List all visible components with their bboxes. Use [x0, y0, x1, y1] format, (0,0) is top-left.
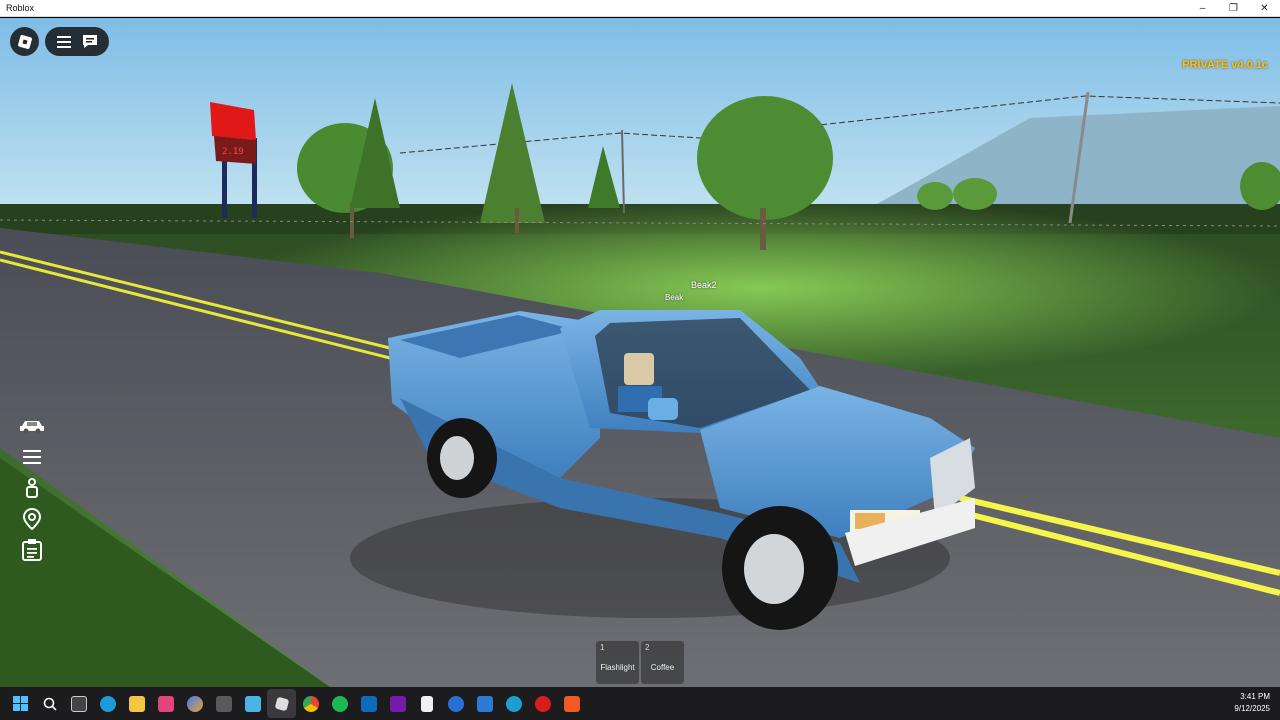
truck-hubcap-front [744, 534, 804, 604]
window-titlebar: Roblox – ❐ ✕ [0, 0, 1280, 17]
search-icon[interactable] [35, 689, 64, 718]
tree [953, 178, 997, 210]
snipping-tool-icon[interactable] [151, 689, 180, 718]
tree-trunk [350, 203, 354, 238]
edge-icon[interactable] [93, 689, 122, 718]
slot-number: 2 [645, 643, 650, 652]
roblox-menu-pill [45, 27, 109, 56]
hotbar-slot-coffee[interactable]: 2 Coffee [641, 641, 684, 684]
app-teal-icon[interactable] [499, 689, 528, 718]
task-view-icon[interactable] [64, 689, 93, 718]
player-nametag: Beak [665, 293, 684, 302]
minimize-button[interactable]: – [1187, 0, 1218, 17]
windows-taskbar: 3:41 PM 9/12/2025 [0, 687, 1280, 720]
truck-mirror [648, 398, 678, 420]
truck-hubcap-rear [440, 436, 474, 480]
game-scene: 2.19 [0, 18, 1280, 687]
clock-date: 9/12/2025 [1234, 704, 1270, 713]
brave-icon[interactable] [557, 689, 586, 718]
slot-label: Flashlight [600, 663, 635, 672]
onenote-icon[interactable] [383, 689, 412, 718]
clipboard-icon[interactable] [17, 534, 47, 565]
spotify-icon[interactable] [325, 689, 354, 718]
window-controls: – ❐ ✕ [1187, 0, 1280, 17]
roblox-icon[interactable] [267, 689, 296, 718]
file-icon[interactable] [412, 689, 441, 718]
menu-icon[interactable] [53, 31, 75, 53]
version-label: PRIVATE v4.0.1c [1182, 59, 1268, 71]
game-viewport[interactable]: 2.19 PRIVATE v4.0.1c Beak2 Beak [0, 18, 1280, 687]
sign-price: 2.19 [222, 147, 244, 157]
windows-start-icon[interactable] [6, 689, 35, 718]
notepad-icon[interactable] [238, 689, 267, 718]
slot-label: Coffee [650, 663, 675, 672]
chat-icon[interactable] [79, 31, 101, 53]
driver-head [624, 353, 654, 385]
clock-time: 3:41 PM [1240, 692, 1270, 701]
tree-trunk [515, 208, 519, 233]
chrome-icon[interactable] [296, 689, 325, 718]
tree-trunk [760, 208, 766, 250]
car-icon[interactable] [17, 410, 47, 441]
file-explorer-icon[interactable] [122, 689, 151, 718]
slot-number: 1 [600, 643, 605, 652]
player-nametag: Beak2 [691, 280, 717, 290]
app-blue-icon[interactable] [441, 689, 470, 718]
tree [917, 182, 953, 210]
hotbar-slot-flashlight[interactable]: 1 Flashlight [596, 641, 639, 684]
taskbar-clock[interactable]: 3:41 PM 9/12/2025 [1234, 691, 1270, 715]
map-pin-icon[interactable] [17, 503, 47, 534]
window-title: Roblox [6, 3, 35, 13]
opera-icon[interactable] [528, 689, 557, 718]
copilot-icon[interactable] [180, 689, 209, 718]
list-icon[interactable] [17, 441, 47, 472]
calculator-icon[interactable] [209, 689, 238, 718]
download-icon[interactable] [470, 689, 499, 718]
tree [697, 96, 833, 220]
outlook-icon[interactable] [354, 689, 383, 718]
person-icon[interactable] [17, 472, 47, 503]
roblox-logo-icon[interactable] [10, 27, 39, 56]
hotbar: 1 Flashlight 2 Coffee [596, 641, 684, 684]
close-button[interactable]: ✕ [1249, 0, 1280, 17]
maximize-button[interactable]: ❐ [1218, 0, 1249, 17]
side-menu [17, 410, 47, 565]
